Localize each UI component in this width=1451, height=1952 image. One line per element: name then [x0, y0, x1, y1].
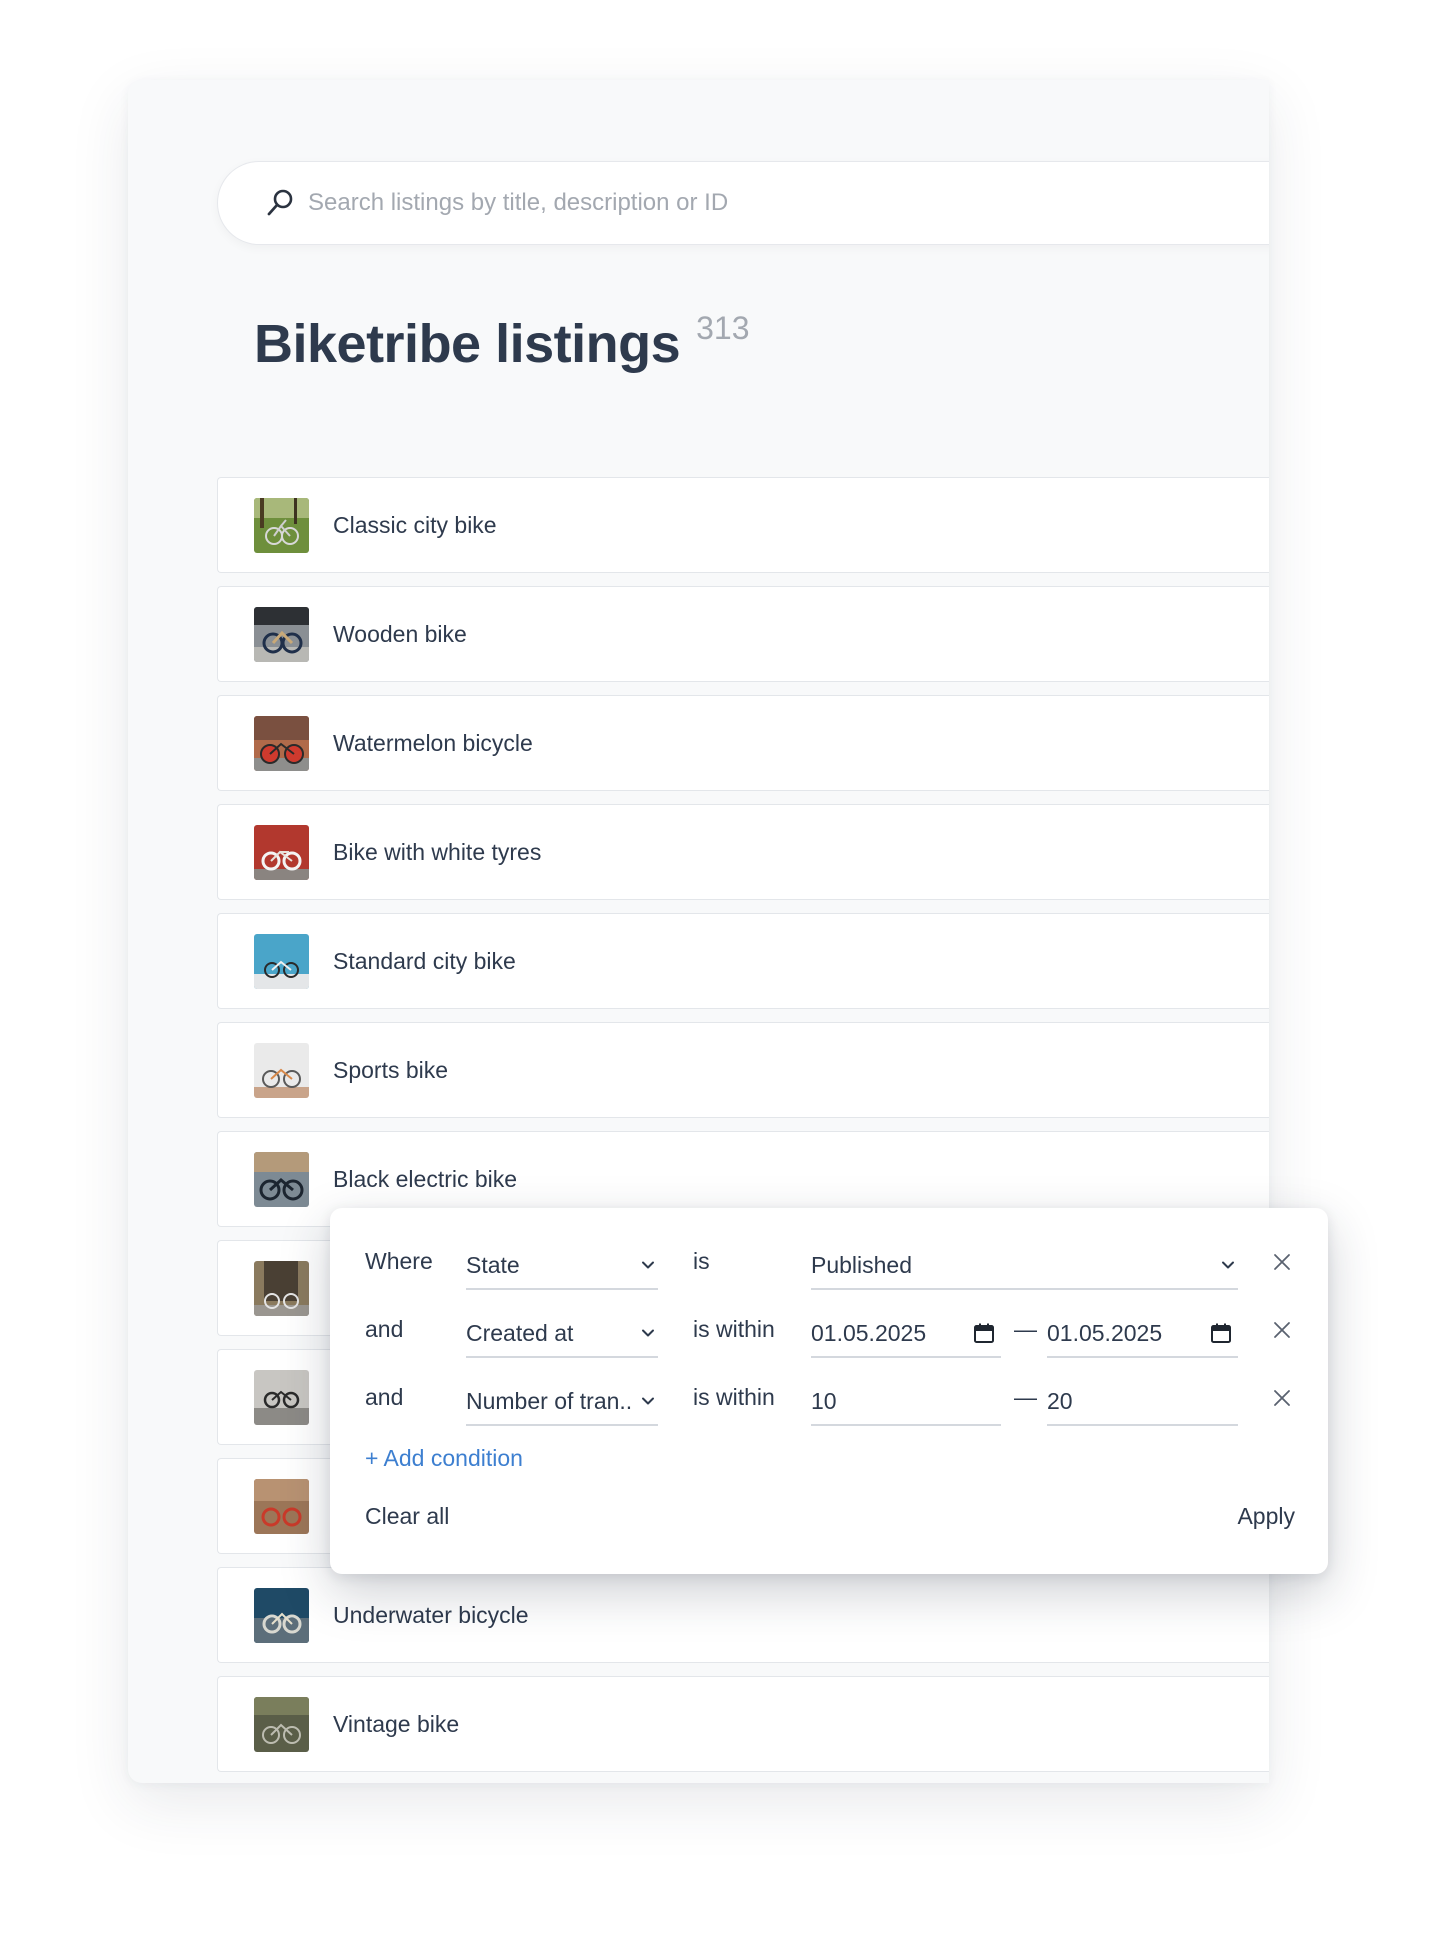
listing-title: Black electric bike — [333, 1165, 518, 1192]
listing-thumbnail — [254, 1260, 309, 1316]
filter-conjunction: and — [365, 1384, 404, 1410]
listing-row[interactable]: Wooden bike — [217, 586, 1269, 682]
filter-value: Published — [811, 1251, 913, 1278]
filter-field-select[interactable]: Created at — [466, 1310, 658, 1358]
listing-title: Standard city bike — [333, 947, 516, 974]
search-bar[interactable] — [217, 161, 1269, 245]
listing-title: Sports bike — [333, 1056, 449, 1083]
filter-field-value: Number of tran... — [466, 1387, 634, 1414]
close-icon[interactable] — [1272, 1252, 1292, 1272]
listing-thumbnail — [254, 824, 309, 880]
range-separator: — — [1014, 1384, 1037, 1410]
filter-field-select[interactable]: State — [466, 1242, 658, 1290]
chevron-down-icon — [642, 1329, 654, 1337]
title-area: Biketribe listings 313 — [254, 310, 750, 377]
clear-all-button[interactable]: Clear all — [365, 1503, 449, 1530]
filter-field-select[interactable]: Number of tran... — [466, 1378, 658, 1426]
date-to-input[interactable]: 01.05.2025 — [1047, 1310, 1238, 1358]
listing-thumbnail — [254, 1587, 309, 1643]
close-icon[interactable] — [1272, 1320, 1292, 1340]
range-from-value: 10 — [811, 1387, 837, 1414]
chevron-down-icon — [1222, 1261, 1234, 1269]
listing-thumbnail — [254, 1478, 309, 1534]
listing-thumbnail — [254, 715, 309, 771]
listing-title: Bike with white tyres — [333, 838, 542, 865]
listing-thumbnail — [254, 1369, 309, 1425]
listing-title: Underwater bicycle — [333, 1601, 529, 1628]
listing-row[interactable]: Vintage bike — [217, 1676, 1269, 1772]
date-from-value: 01.05.2025 — [811, 1319, 927, 1346]
stage: Biketribe listings 313 Classic city bike… — [0, 0, 1451, 1952]
listing-thumbnail — [254, 933, 309, 989]
listing-thumbnail — [254, 1696, 309, 1752]
filter-operator: is within — [693, 1316, 775, 1342]
listing-thumbnail — [254, 497, 309, 553]
listing-title: Vintage bike — [333, 1710, 460, 1737]
listing-row[interactable]: Watermelon bicycle — [217, 695, 1269, 791]
range-to-input[interactable]: 20 — [1047, 1378, 1238, 1426]
listing-row[interactable]: Standard city bike — [217, 913, 1269, 1009]
filter-field-value: State — [466, 1251, 520, 1278]
listing-row[interactable]: Bike with white tyres — [217, 804, 1269, 900]
listing-row[interactable]: Sports bike — [217, 1022, 1269, 1118]
listing-title: Classic city bike — [333, 511, 497, 538]
filter-field-value: Created at — [466, 1319, 574, 1346]
search-input[interactable] — [308, 189, 1208, 217]
filter-operator: is — [693, 1248, 710, 1274]
range-from-input[interactable]: 10 — [811, 1378, 1001, 1426]
chevron-down-icon — [642, 1261, 654, 1269]
close-icon[interactable] — [1272, 1388, 1292, 1408]
filter-conjunction: Where — [365, 1248, 433, 1274]
filter-value-select[interactable]: Published — [811, 1242, 1238, 1290]
listing-thumbnail — [254, 606, 309, 662]
listing-title: Watermelon bicycle — [333, 729, 533, 756]
listing-row[interactable]: Classic city bike — [217, 477, 1269, 573]
apply-button[interactable]: Apply — [1237, 1503, 1295, 1530]
date-from-input[interactable]: 01.05.2025 — [811, 1310, 1001, 1358]
listing-thumbnail — [254, 1151, 309, 1207]
listing-count: 313 — [696, 310, 750, 346]
filter-row: and Created at is within 01.05.2025 — 01… — [330, 1310, 1328, 1358]
search-icon — [267, 189, 293, 216]
range-to-value: 20 — [1047, 1387, 1073, 1414]
chevron-down-icon — [642, 1397, 654, 1405]
page-title: Biketribe listings — [254, 314, 681, 374]
filter-conjunction: and — [365, 1316, 404, 1342]
listing-title: Wooden bike — [333, 620, 467, 647]
calendar-icon[interactable] — [973, 1322, 995, 1344]
filter-operator: is within — [693, 1384, 775, 1410]
add-condition-button[interactable]: + Add condition — [365, 1445, 523, 1472]
calendar-icon[interactable] — [1210, 1322, 1232, 1344]
filter-panel: Where State is Published and Created at … — [330, 1208, 1328, 1574]
listing-thumbnail — [254, 1042, 309, 1098]
filter-row: Where State is Published — [330, 1242, 1328, 1290]
listing-row[interactable]: Underwater bicycle — [217, 1567, 1269, 1663]
filter-row: and Number of tran... is within 10 — 20 — [330, 1378, 1328, 1426]
range-separator: — — [1014, 1316, 1037, 1342]
date-to-value: 01.05.2025 — [1047, 1319, 1163, 1346]
